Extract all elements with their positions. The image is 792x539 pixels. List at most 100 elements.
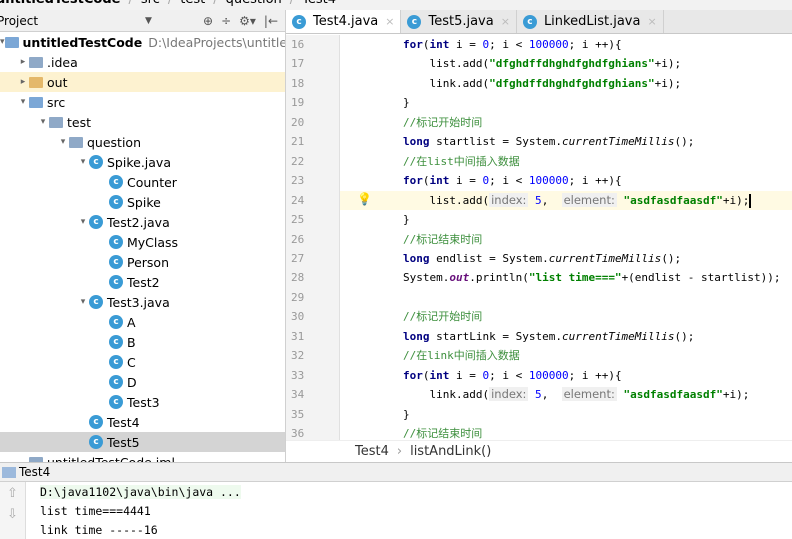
tree-item[interactable]: cA	[0, 312, 285, 332]
nav-item-3[interactable]: question	[226, 0, 282, 7]
tree-item[interactable]: c Counter	[0, 172, 285, 192]
source-folder-icon	[29, 96, 43, 108]
code-line[interactable]: link.add("dfghdffdhghdfghdfghians"+i);	[340, 74, 792, 94]
code-line[interactable]: }	[340, 210, 792, 230]
run-tab-title[interactable]: Test4	[19, 465, 50, 479]
code-line[interactable]: long startlist = System.currentTimeMilli…	[340, 132, 792, 152]
tree-item[interactable]: ▾ question	[0, 132, 285, 152]
code-token: ; i <	[489, 368, 529, 382]
gear-icon[interactable]: ⚙▾	[239, 14, 256, 28]
locate-icon[interactable]: ⊕	[203, 14, 213, 28]
code-line[interactable]: //在list中间插入数据	[340, 152, 792, 172]
tree-item[interactable]: ▾ untitledTestCode D:\IdeaProjects\untitle…	[0, 32, 285, 52]
code-token: "asdfasdfaasdf"	[616, 193, 723, 207]
tree-item[interactable]: ▾ src	[0, 92, 285, 112]
tree-item-label: .idea	[47, 54, 78, 70]
code-token: link.add(	[403, 76, 490, 90]
code-line[interactable]: }	[340, 93, 792, 113]
chevron-icon[interactable]: ▾	[37, 117, 49, 127]
close-icon[interactable]: ×	[501, 15, 510, 28]
tree-item[interactable]: ▸ out	[0, 72, 285, 92]
project-view-selector[interactable]: Project	[0, 14, 147, 28]
hide-icon[interactable]: |←	[264, 14, 278, 28]
chevron-icon[interactable]: ▸	[17, 77, 29, 87]
tree-item[interactable]: c MyClass	[0, 232, 285, 252]
tree-item[interactable]: ▾ test	[0, 112, 285, 132]
code-line[interactable]: link.add(index: 5, element: "asdfasdfaas…	[340, 385, 792, 405]
code-line[interactable]: }	[340, 405, 792, 425]
chevron-icon[interactable]: ▾	[77, 297, 89, 307]
code-token: long	[403, 329, 430, 343]
arrow-up-icon[interactable]: ⇧	[0, 486, 25, 501]
gutter: 16 17 18 19 20 21 22 23 24 25 26 27 28 29 30 31 32 33 34 35…	[286, 35, 340, 440]
tab-test4-java[interactable]: c Test4.java ×	[286, 10, 402, 33]
class-icon: c	[109, 395, 123, 409]
chevron-icon[interactable]: ▾	[77, 157, 89, 167]
tab-linkedlist-java[interactable]: c LinkedList.java ×	[517, 10, 664, 33]
line-number: 26	[291, 232, 305, 246]
code-line[interactable]: list.add("dfghdffdhghdfghdfghians"+i);	[340, 54, 792, 74]
close-icon[interactable]: ×	[647, 15, 656, 28]
tree-item[interactable]: c Person	[0, 252, 285, 272]
code-line[interactable]: for(int i = 0; i < 100000; i ++){	[340, 366, 792, 386]
code-line[interactable]: //标记结束时间	[340, 230, 792, 250]
chevron-icon[interactable]: ▸	[17, 57, 29, 67]
folder-icon	[29, 76, 43, 88]
code-line[interactable]: //标记开始时间	[340, 113, 792, 133]
nav-item-1[interactable]: src	[141, 0, 160, 7]
code-line[interactable]: //标记结束时间	[340, 424, 792, 440]
dropdown-arrow-icon[interactable]: ▼	[145, 16, 152, 26]
nav-item-2[interactable]: test	[180, 0, 205, 7]
lightbulb-icon[interactable]: 💡	[357, 192, 372, 206]
code-token: //标记开始时间	[403, 310, 483, 324]
chevron-icon[interactable]: ▾	[77, 217, 89, 227]
line-number: 32	[291, 349, 305, 363]
close-icon[interactable]: ×	[385, 15, 394, 28]
line-number: 19	[291, 96, 305, 110]
code-token: currentTimeMillis	[561, 329, 675, 343]
chevron-icon[interactable]: ▾	[17, 97, 29, 107]
tree-item[interactable]: ▸ .idea	[0, 52, 285, 72]
class-icon: c	[109, 195, 123, 209]
arrow-down-icon[interactable]: ⇩	[0, 507, 25, 522]
class-icon: c	[109, 235, 123, 249]
nav-item-0[interactable]: untitledTestCode	[0, 0, 120, 7]
tree-item[interactable]: c Test5	[0, 432, 285, 452]
code-line[interactable]: //标记开始时间	[340, 307, 792, 327]
tree-item[interactable]: c Test3	[0, 392, 285, 412]
code-token: System.	[403, 271, 450, 285]
code-editor[interactable]: 16 17 18 19 20 21 22 23 24 25 26 27 28 29 30 31 32 33 34 35…	[286, 35, 792, 440]
nav-item-4[interactable]: Test4	[302, 0, 336, 7]
tree-item[interactable]: c Spike	[0, 192, 285, 212]
code-line[interactable]	[340, 288, 792, 308]
tree-item[interactable]: cC	[0, 352, 285, 372]
code-line[interactable]: list.add(index: 5, element: "asdfasdfaas…	[340, 190, 792, 211]
class-icon: c	[109, 275, 123, 289]
tree-item-label: D	[127, 374, 137, 390]
code-line[interactable]: long endlist = System.currentTimeMillis(…	[340, 249, 792, 269]
chevron-icon[interactable]: ▾	[0, 37, 5, 47]
tree-item[interactable]: untitledTestCode.iml	[0, 452, 285, 462]
tree-item-label: MyClass	[127, 234, 179, 250]
code-line[interactable]: //在link中间插入数据	[340, 346, 792, 366]
chevron-icon[interactable]: ▾	[57, 137, 69, 147]
tab-test5-java[interactable]: c Test5.java ×	[401, 10, 517, 33]
text-caret	[749, 193, 752, 208]
tree-item[interactable]: ▾ c Test3.java	[0, 292, 285, 312]
tree-item[interactable]: cB	[0, 332, 285, 352]
code-line[interactable]: for(int i = 0; i < 100000; i ++){	[340, 171, 792, 191]
code-line[interactable]: long startLink = System.currentTimeMilli…	[340, 327, 792, 347]
code-line[interactable]: for(int i = 0; i < 100000; i ++){	[340, 35, 792, 55]
breadcrumb-method[interactable]: listAndLink()	[410, 444, 491, 459]
tree-item[interactable]: c Test4	[0, 412, 285, 432]
tree-item[interactable]: c Test2	[0, 272, 285, 292]
breadcrumb-class[interactable]: Test4	[355, 444, 389, 459]
line-number: 25	[291, 213, 305, 227]
collapse-icon[interactable]: ÷	[221, 14, 231, 28]
code-token: link.add(	[403, 388, 490, 402]
tree-item[interactable]: ▾ c Test2.java	[0, 212, 285, 232]
code-token: ; i <	[489, 38, 529, 51]
tree-item[interactable]: ▾ c Spike.java	[0, 152, 285, 172]
tree-item[interactable]: cD	[0, 372, 285, 392]
code-line[interactable]: System.out.println("list time==="+(endli…	[340, 268, 792, 288]
